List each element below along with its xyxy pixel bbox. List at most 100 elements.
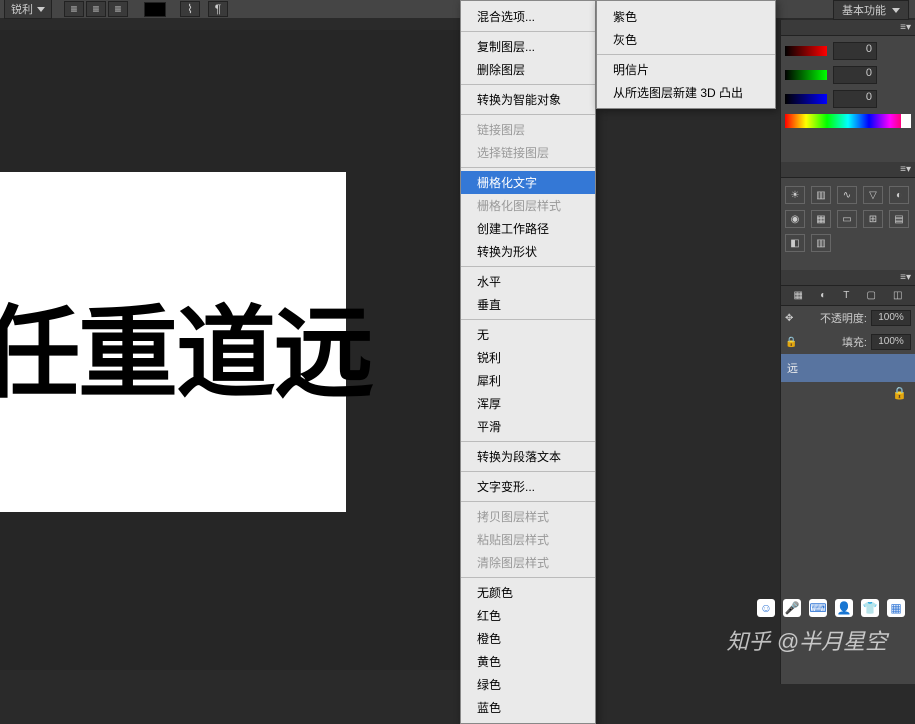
menu-item[interactable]: 浑厚 [461,392,595,415]
menu-item[interactable]: 黄色 [461,650,595,673]
menu-item[interactable]: 转换为段落文本 [461,445,595,468]
menu-item[interactable]: 红色 [461,604,595,627]
layer-name-text: 远 [787,360,798,376]
menu-item[interactable]: 锐利 [461,346,595,369]
menu-item[interactable]: 无颜色 [461,581,595,604]
adj-levels-icon[interactable]: ▥ [811,186,831,204]
menu-separator [461,114,595,115]
adj-bw-icon[interactable]: ▦ [811,210,831,228]
green-slider[interactable] [785,70,827,80]
blue-slider[interactable] [785,94,827,104]
workspace-select[interactable]: 基本功能 [833,0,909,20]
adj-invert-icon[interactable]: ◧ [785,234,805,252]
menu-separator [461,471,595,472]
opacity-label: 不透明度: [820,310,867,326]
layers-panel: ≡▾ ▦ ◐ T ▢ ◫ ✥ 不透明度: 100% 🔒 填充: 100% 远 🔒 [781,270,915,404]
align-center-icon[interactable]: ≡ [86,1,106,17]
adj-exposure-icon[interactable]: ▽ [863,186,883,204]
options-bar: 锐利 ≡ ≡ ≡ ⌇ ¶ 基本功能 [0,0,915,18]
lock-icon: 🔒 [892,386,907,400]
wm-mic-icon: 🎤 [783,599,801,617]
filter-pixel-icon[interactable]: ▦ [794,290,803,301]
menu-item[interactable]: 删除图层 [461,58,595,81]
adj-hue-icon[interactable]: ◉ [785,210,805,228]
adj-brightness-icon[interactable]: ☀ [785,186,805,204]
red-slider[interactable] [785,46,827,56]
menu-item[interactable]: 明信片 [597,58,775,81]
menu-item: 拷贝图层样式 [461,505,595,528]
menu-item[interactable]: 蓝色 [461,696,595,719]
red-input[interactable]: 0 [833,42,877,60]
adj-channel-mixer-icon[interactable]: ⊞ [863,210,883,228]
menu-item[interactable]: 复制图层... [461,35,595,58]
filter-adjustment-icon[interactable]: ◐ [820,290,826,301]
menu-item[interactable]: 栅格化文字 [461,171,595,194]
menu-item: 链接图层 [461,118,595,141]
menu-item[interactable]: 绿色 [461,673,595,696]
menu-item: 栅格化图层样式 [461,194,595,217]
menu-separator [461,441,595,442]
menu-item[interactable]: 橙色 [461,627,595,650]
menu-item[interactable]: 犀利 [461,369,595,392]
filter-type-icon[interactable]: T [843,290,849,301]
lock-position-icon[interactable]: ✥ [785,313,793,324]
canvas-area: 任重道远 [0,30,460,670]
right-panels: ≡▾ 0 0 0 ≡▾ ☀ ▥ ∿ ▽ ◐ ◉ ▦ ▭ ⊞ ▤ ◧ ▥ ≡▾ ▦… [780,20,915,684]
menu-item[interactable]: 混合选项... [461,5,595,28]
layers-panel-tab[interactable]: ≡▾ [781,270,915,286]
menu-item[interactable]: 垂直 [461,293,595,316]
watermark-text: 知乎 @半月星空 [727,624,887,656]
adj-photo-filter-icon[interactable]: ▭ [837,210,857,228]
aa-sharpness-select[interactable]: 锐利 [4,0,52,19]
menu-item: 选择链接图层 [461,141,595,164]
blue-input[interactable]: 0 [833,90,877,108]
menu-separator [461,84,595,85]
adjustments-panel-tab[interactable]: ≡▾ [781,162,915,178]
wm-keyboard-icon: ⌨ [809,599,827,617]
color-panel: 0 0 0 [781,36,915,134]
menu-item[interactable]: 转换为智能对象 [461,88,595,111]
menu-separator [461,31,595,32]
menu-item[interactable]: 创建工作路径 [461,217,595,240]
menu-separator [461,266,595,267]
color-spectrum[interactable] [785,114,911,128]
color-panel-tab[interactable]: ≡▾ [781,20,915,36]
character-panel-icon[interactable]: ¶ [208,1,228,17]
menu-item[interactable]: 转换为形状 [461,240,595,263]
text-layer-content[interactable]: 任重道远 [0,272,372,417]
layer-item-text[interactable]: 远 [781,354,915,382]
menu-separator [461,501,595,502]
menu-item[interactable]: 平滑 [461,415,595,438]
context-submenu: 紫色灰色明信片从所选图层新建 3D 凸出 [596,0,776,109]
menu-item[interactable]: 紫色 [597,5,775,28]
canvas[interactable]: 任重道远 [0,172,346,512]
text-color-swatch[interactable] [144,2,166,17]
wm-shirt-icon: 👕 [861,599,879,617]
menu-item[interactable]: 水平 [461,270,595,293]
menu-separator [461,319,595,320]
warp-text-icon[interactable]: ⌇ [180,1,200,17]
menu-item[interactable]: 文字变形... [461,475,595,498]
adj-vibrance-icon[interactable]: ◐ [889,186,909,204]
filter-smart-icon[interactable]: ◫ [893,290,902,301]
menu-separator [597,54,775,55]
menu-separator [461,167,595,168]
align-left-icon[interactable]: ≡ [64,1,84,17]
wm-user-icon: 👤 [835,599,853,617]
fill-value[interactable]: 100% [871,334,911,350]
menu-item[interactable]: 无 [461,323,595,346]
adj-color-lookup-icon[interactable]: ▤ [889,210,909,228]
menu-item: 清除图层样式 [461,551,595,574]
opacity-value[interactable]: 100% [871,310,911,326]
menu-item: 粘贴图层样式 [461,528,595,551]
wm-grid-icon: ▦ [887,599,905,617]
adj-posterize-icon[interactable]: ▥ [811,234,831,252]
align-right-icon[interactable]: ≡ [108,1,128,17]
lock-all-icon[interactable]: 🔒 [785,337,797,348]
filter-shape-icon[interactable]: ▢ [866,290,875,301]
menu-item[interactable]: 从所选图层新建 3D 凸出 [597,81,775,104]
green-input[interactable]: 0 [833,66,877,84]
adj-curves-icon[interactable]: ∿ [837,186,857,204]
menu-item[interactable]: 灰色 [597,28,775,51]
layer-item-background[interactable]: 🔒 [781,382,915,404]
